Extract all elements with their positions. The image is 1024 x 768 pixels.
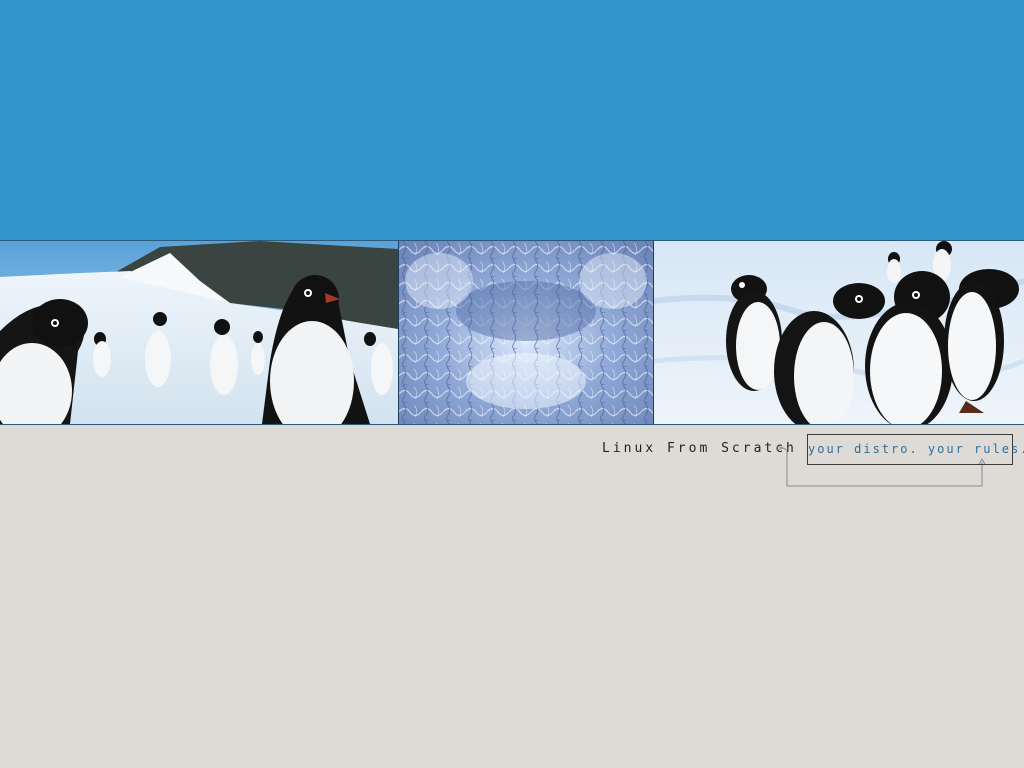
penguins-colony-photo [0, 241, 398, 424]
tagline-box: your distro. your rules. [807, 434, 1024, 465]
banner-strip [0, 240, 1024, 425]
sky-band [0, 0, 1024, 240]
penguins-group-photo [654, 241, 1024, 424]
desktop-wallpaper[interactable]: Linux From Scratch your distro. your rul… [0, 0, 1024, 768]
brand-text: Linux From Scratch [602, 441, 797, 456]
ice-texture [399, 241, 653, 424]
tagline-text: your distro. your rules. [808, 442, 1024, 456]
